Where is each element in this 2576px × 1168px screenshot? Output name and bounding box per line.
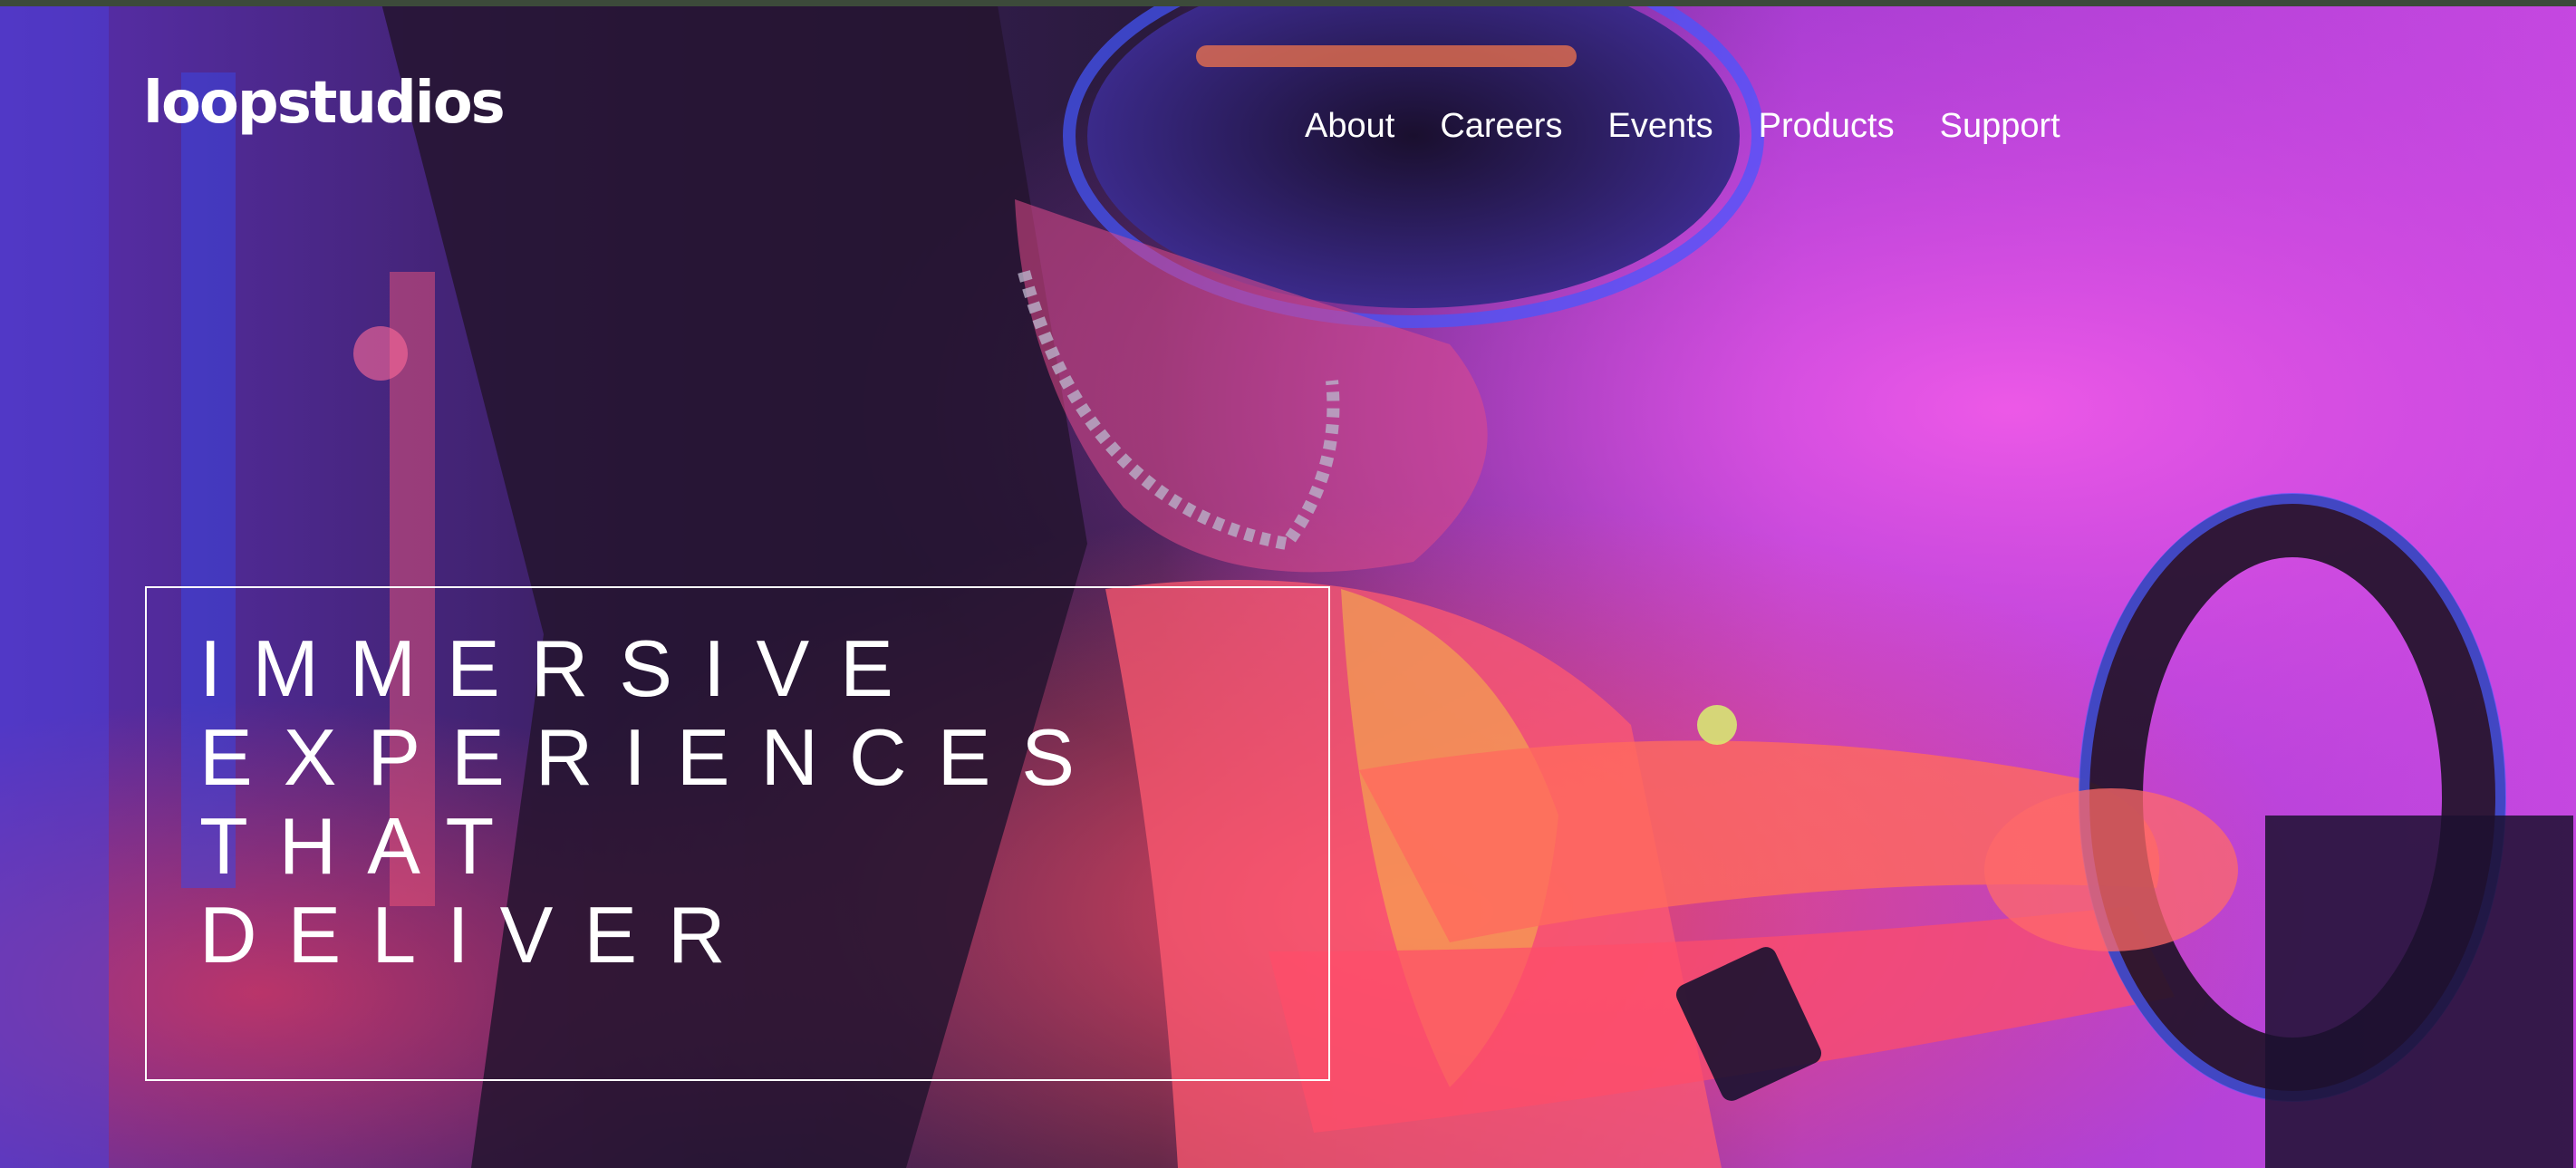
- nav-link-careers[interactable]: Careers: [1440, 107, 1562, 145]
- headline-line: EXPERIENCES: [199, 712, 1105, 802]
- hero-headline: IMMERSIVE EXPERIENCES THAT DELIVER: [199, 624, 1105, 980]
- hero-headline-box: IMMERSIVE EXPERIENCES THAT DELIVER: [145, 586, 1330, 1081]
- nav-link-products[interactable]: Products: [1759, 107, 1895, 145]
- headline-line: DELIVER: [199, 890, 757, 980]
- nav-link-support[interactable]: Support: [1940, 107, 2060, 145]
- hero-section: loopstudios About Careers Events Product…: [0, 0, 2576, 1168]
- top-border: [0, 0, 2576, 6]
- site-header: loopstudios About Careers Events Product…: [0, 0, 2576, 272]
- headline-line: IMMERSIVE: [199, 623, 924, 713]
- nav-link-about[interactable]: About: [1305, 107, 1394, 145]
- logo[interactable]: loopstudios: [143, 74, 506, 132]
- main-navigation: About Careers Events Products Support: [1305, 109, 2060, 143]
- nav-link-events[interactable]: Events: [1607, 107, 1713, 145]
- headline-line: THAT: [199, 801, 526, 891]
